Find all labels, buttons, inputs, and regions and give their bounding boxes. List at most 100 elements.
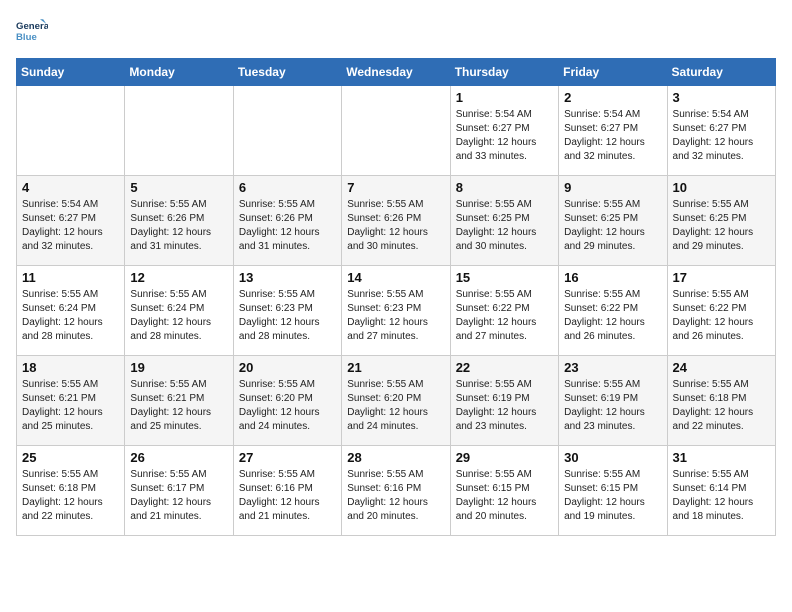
day-number: 11	[22, 270, 119, 285]
calendar-cell: 23 Sunrise: 5:55 AM Sunset: 6:19 PM Dayli…	[559, 356, 667, 446]
calendar-cell: 3 Sunrise: 5:54 AM Sunset: 6:27 PM Daylig…	[667, 86, 775, 176]
day-number: 2	[564, 90, 661, 105]
day-info: Sunrise: 5:55 AM Sunset: 6:20 PM Dayligh…	[239, 378, 336, 434]
calendar-cell: 13 Sunrise: 5:55 AM Sunset: 6:23 PM Dayli…	[233, 266, 341, 356]
day-number: 26	[130, 450, 227, 465]
calendar-cell: 17 Sunrise: 5:55 AM Sunset: 6:22 PM Dayli…	[667, 266, 775, 356]
calendar-cell: 29 Sunrise: 5:55 AM Sunset: 6:15 PM Dayli…	[450, 446, 558, 536]
day-info: Sunrise: 5:55 AM Sunset: 6:21 PM Dayligh…	[22, 378, 119, 434]
calendar-cell: 31 Sunrise: 5:55 AM Sunset: 6:14 PM Dayli…	[667, 446, 775, 536]
day-number: 8	[456, 180, 553, 195]
day-number: 1	[456, 90, 553, 105]
day-info: Sunrise: 5:55 AM Sunset: 6:17 PM Dayligh…	[130, 468, 227, 524]
day-number: 6	[239, 180, 336, 195]
calendar-cell: 18Sunrise: 5:55 AM Sunset: 6:21 PM Dayli…	[17, 356, 125, 446]
day-number: 21	[347, 360, 444, 375]
day-number: 15	[456, 270, 553, 285]
weekday-header-friday: Friday	[559, 59, 667, 86]
day-info: Sunrise: 5:55 AM Sunset: 6:19 PM Dayligh…	[564, 378, 661, 434]
calendar-cell: 1 Sunrise: 5:54 AM Sunset: 6:27 PM Daylig…	[450, 86, 558, 176]
day-info: Sunrise: 5:55 AM Sunset: 6:20 PM Dayligh…	[347, 378, 444, 434]
logo: General Blue	[16, 16, 48, 48]
calendar-cell	[125, 86, 233, 176]
calendar-cell: 6 Sunrise: 5:55 AM Sunset: 6:26 PM Daylig…	[233, 176, 341, 266]
calendar-cell: 19Sunrise: 5:55 AM Sunset: 6:21 PM Dayli…	[125, 356, 233, 446]
calendar-cell: 10Sunrise: 5:55 AM Sunset: 6:25 PM Dayli…	[667, 176, 775, 266]
calendar-cell: 15 Sunrise: 5:55 AM Sunset: 6:22 PM Dayli…	[450, 266, 558, 356]
calendar-cell: 24 Sunrise: 5:55 AM Sunset: 6:18 PM Dayli…	[667, 356, 775, 446]
logo-icon: General Blue	[16, 16, 48, 48]
day-number: 28	[347, 450, 444, 465]
weekday-header-thursday: Thursday	[450, 59, 558, 86]
calendar-cell	[17, 86, 125, 176]
calendar-week-3: 11 Sunrise: 5:55 AM Sunset: 6:24 PM Dayli…	[17, 266, 776, 356]
day-info: Sunrise: 5:54 AM Sunset: 6:27 PM Dayligh…	[673, 108, 770, 164]
calendar-week-4: 18Sunrise: 5:55 AM Sunset: 6:21 PM Dayli…	[17, 356, 776, 446]
calendar-cell: 20 Sunrise: 5:55 AM Sunset: 6:20 PM Dayli…	[233, 356, 341, 446]
day-info: Sunrise: 5:55 AM Sunset: 6:23 PM Dayligh…	[347, 288, 444, 344]
calendar-cell	[342, 86, 450, 176]
svg-text:Blue: Blue	[16, 32, 37, 43]
day-number: 9	[564, 180, 661, 195]
calendar-cell: 21 Sunrise: 5:55 AM Sunset: 6:20 PM Dayli…	[342, 356, 450, 446]
weekday-header-sunday: Sunday	[17, 59, 125, 86]
day-number: 27	[239, 450, 336, 465]
day-info: Sunrise: 5:55 AM Sunset: 6:19 PM Dayligh…	[456, 378, 553, 434]
calendar-cell: 26 Sunrise: 5:55 AM Sunset: 6:17 PM Dayli…	[125, 446, 233, 536]
calendar-cell: 11Sunrise: 5:55 AM Sunset: 6:24 PM Dayli…	[17, 266, 125, 356]
calendar-cell: 5 Sunrise: 5:55 AM Sunset: 6:26 PM Daylig…	[125, 176, 233, 266]
day-info: Sunrise: 5:55 AM Sunset: 6:18 PM Dayligh…	[673, 378, 770, 434]
calendar-cell: 2 Sunrise: 5:54 AM Sunset: 6:27 PM Daylig…	[559, 86, 667, 176]
day-number: 14	[347, 270, 444, 285]
day-number: 13	[239, 270, 336, 285]
calendar-week-1: 1 Sunrise: 5:54 AM Sunset: 6:27 PM Daylig…	[17, 86, 776, 176]
day-number: 20	[239, 360, 336, 375]
weekday-header-saturday: Saturday	[667, 59, 775, 86]
day-info: Sunrise: 5:55 AM Sunset: 6:21 PM Dayligh…	[130, 378, 227, 434]
calendar-cell: 4Sunrise: 5:54 AM Sunset: 6:27 PM Daylig…	[17, 176, 125, 266]
day-number: 5	[130, 180, 227, 195]
day-number: 23	[564, 360, 661, 375]
day-info: Sunrise: 5:55 AM Sunset: 6:26 PM Dayligh…	[239, 198, 336, 254]
calendar-cell: 28 Sunrise: 5:55 AM Sunset: 6:16 PM Dayli…	[342, 446, 450, 536]
day-number: 31	[673, 450, 770, 465]
day-info: Sunrise: 5:55 AM Sunset: 6:25 PM Dayligh…	[673, 198, 770, 254]
day-info: Sunrise: 5:55 AM Sunset: 6:22 PM Dayligh…	[456, 288, 553, 344]
calendar-table: SundayMondayTuesdayWednesdayThursdayFrid…	[16, 58, 776, 536]
day-info: Sunrise: 5:55 AM Sunset: 6:14 PM Dayligh…	[673, 468, 770, 524]
day-info: Sunrise: 5:54 AM Sunset: 6:27 PM Dayligh…	[456, 108, 553, 164]
weekday-header-row: SundayMondayTuesdayWednesdayThursdayFrid…	[17, 59, 776, 86]
day-info: Sunrise: 5:55 AM Sunset: 6:24 PM Dayligh…	[130, 288, 227, 344]
weekday-header-monday: Monday	[125, 59, 233, 86]
day-info: Sunrise: 5:55 AM Sunset: 6:23 PM Dayligh…	[239, 288, 336, 344]
day-info: Sunrise: 5:54 AM Sunset: 6:27 PM Dayligh…	[564, 108, 661, 164]
calendar-cell	[233, 86, 341, 176]
calendar-cell: 16 Sunrise: 5:55 AM Sunset: 6:22 PM Dayli…	[559, 266, 667, 356]
day-number: 24	[673, 360, 770, 375]
day-info: Sunrise: 5:55 AM Sunset: 6:25 PM Dayligh…	[456, 198, 553, 254]
day-info: Sunrise: 5:55 AM Sunset: 6:15 PM Dayligh…	[456, 468, 553, 524]
page-header: General Blue	[16, 16, 776, 48]
day-info: Sunrise: 5:55 AM Sunset: 6:16 PM Dayligh…	[347, 468, 444, 524]
calendar-cell: 14 Sunrise: 5:55 AM Sunset: 6:23 PM Dayli…	[342, 266, 450, 356]
calendar-cell: 22 Sunrise: 5:55 AM Sunset: 6:19 PM Dayli…	[450, 356, 558, 446]
day-info: Sunrise: 5:55 AM Sunset: 6:25 PM Dayligh…	[564, 198, 661, 254]
weekday-header-tuesday: Tuesday	[233, 59, 341, 86]
weekday-header-wednesday: Wednesday	[342, 59, 450, 86]
day-info: Sunrise: 5:55 AM Sunset: 6:22 PM Dayligh…	[673, 288, 770, 344]
day-number: 16	[564, 270, 661, 285]
calendar-cell: 30Sunrise: 5:55 AM Sunset: 6:15 PM Dayli…	[559, 446, 667, 536]
day-info: Sunrise: 5:55 AM Sunset: 6:15 PM Dayligh…	[564, 468, 661, 524]
day-info: Sunrise: 5:55 AM Sunset: 6:16 PM Dayligh…	[239, 468, 336, 524]
day-number: 22	[456, 360, 553, 375]
day-number: 3	[673, 90, 770, 105]
day-number: 29	[456, 450, 553, 465]
calendar-week-5: 25Sunrise: 5:55 AM Sunset: 6:18 PM Dayli…	[17, 446, 776, 536]
day-info: Sunrise: 5:55 AM Sunset: 6:26 PM Dayligh…	[130, 198, 227, 254]
day-number: 12	[130, 270, 227, 285]
day-number: 25	[22, 450, 119, 465]
calendar-cell: 8 Sunrise: 5:55 AM Sunset: 6:25 PM Daylig…	[450, 176, 558, 266]
calendar-cell: 12 Sunrise: 5:55 AM Sunset: 6:24 PM Dayli…	[125, 266, 233, 356]
day-number: 17	[673, 270, 770, 285]
day-info: Sunrise: 5:55 AM Sunset: 6:22 PM Dayligh…	[564, 288, 661, 344]
